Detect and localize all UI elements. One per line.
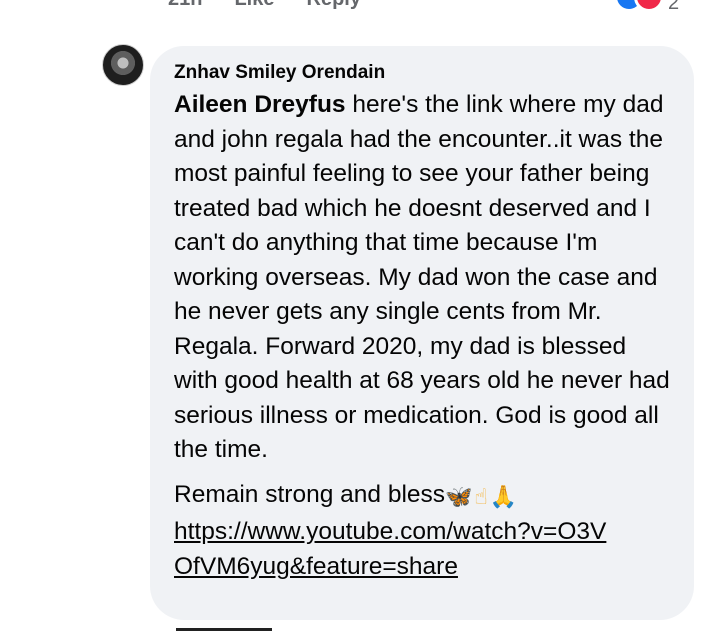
avatar[interactable] [102, 44, 144, 86]
reactions-summary[interactable]: 2 [614, 0, 679, 15]
reaction-count: 2 [668, 0, 680, 14]
reply-button[interactable]: Reply [307, 0, 361, 11]
previous-comment-actions: 21h Like Reply [168, 0, 361, 11]
comment-closing: Remain strong and bless [174, 480, 446, 508]
emoji-group: 🦋 ☝ 🙏 [445, 481, 517, 516]
youtube-link[interactable]: https://www.youtube.com/watch?v=O3VOfVM6… [174, 515, 614, 584]
comment-timestamp[interactable]: 21h [168, 0, 202, 11]
comment-bubble: Znhav Smiley Orendain Aileen Dreyfus her… [150, 46, 694, 620]
comment-body: here's the link where my dad and john re… [174, 91, 670, 463]
comment-closing-line: Remain strong and bless 🦋 ☝ 🙏 [174, 478, 672, 516]
folded-hands-emoji: 🙏 [489, 484, 518, 510]
love-icon [634, 0, 664, 12]
butterfly-emoji: 🦋 [445, 484, 473, 510]
mention-link[interactable]: Aileen Dreyfus [174, 91, 346, 118]
pointing-up-emoji: ☝ [474, 484, 488, 510]
comment-text: Aileen Dreyfus here's the link where my … [174, 88, 672, 468]
comment-thread: 21h Like Reply 2 Znhav Smiley Orendain A… [0, 0, 714, 631]
comment-author[interactable]: Znhav Smiley Orendain [174, 60, 672, 86]
like-button[interactable]: Like [234, 0, 274, 11]
